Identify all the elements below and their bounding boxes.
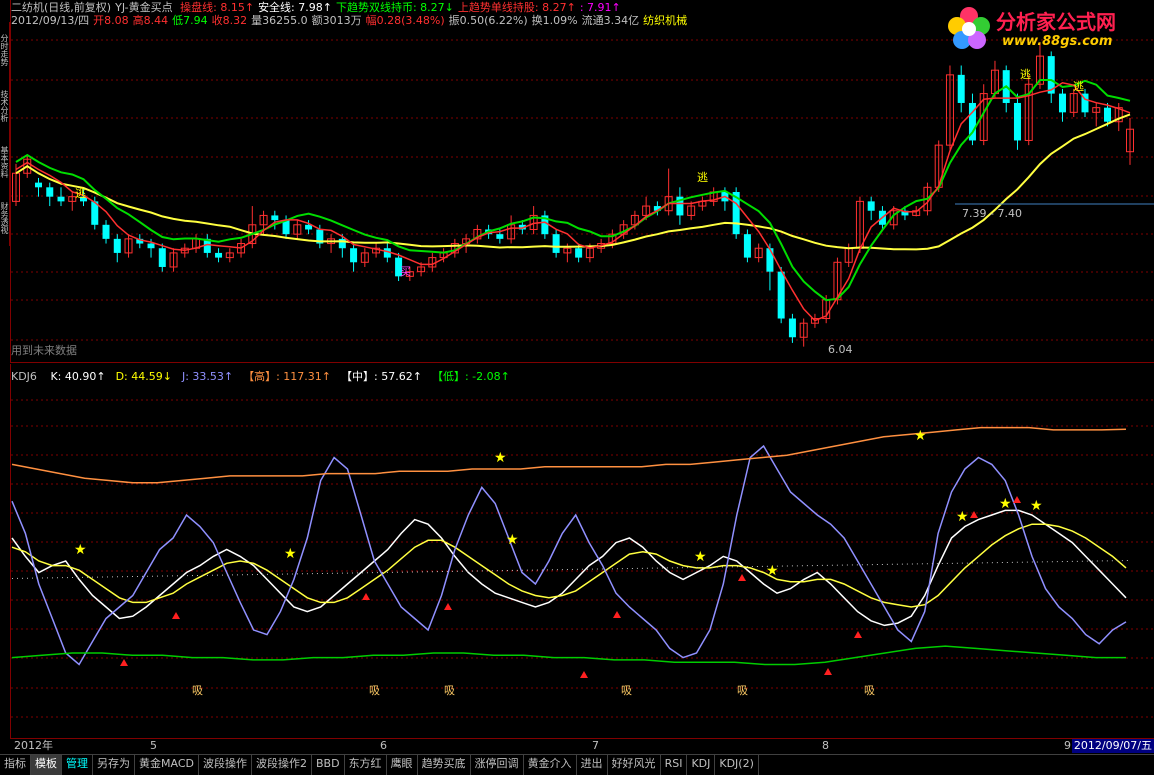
- buy-triangle-icon: [580, 671, 588, 678]
- escape-label: 逃: [697, 171, 708, 184]
- buy-triangle-icon: [970, 511, 978, 518]
- candle-body: [57, 196, 65, 202]
- buy-triangle-icon: [854, 631, 862, 638]
- buy-triangle-icon: [1013, 496, 1021, 503]
- ma-yellow-line: [15, 113, 1131, 251]
- buy-triangle-icon: [172, 612, 180, 619]
- bottom-tab-9[interactable]: 鹰眼: [387, 755, 418, 775]
- bottom-tab-3[interactable]: 另存为: [93, 755, 135, 775]
- candle-body: [1103, 107, 1111, 122]
- kdj-line-高: [11, 426, 1127, 484]
- date-tick: 8: [822, 739, 829, 752]
- signal-star-icon: ★: [956, 509, 969, 525]
- date-tick: 5: [150, 739, 157, 752]
- signal-star-icon: ★: [506, 532, 519, 548]
- signal-star-icon: ★: [694, 549, 707, 565]
- signal-star-icon: ★: [1030, 498, 1043, 514]
- candle-body: [575, 248, 583, 258]
- candle-body: [215, 252, 223, 258]
- escape-label: 逃: [75, 187, 86, 200]
- xi-label: 吸: [369, 684, 380, 697]
- candle-body: [46, 187, 54, 197]
- bottom-tab-11[interactable]: 涨停回调: [471, 755, 524, 775]
- candle-body: [350, 248, 358, 263]
- candle-body: [867, 201, 875, 211]
- flower-logo-icon: [948, 7, 990, 49]
- signal-star-icon: ★: [494, 450, 507, 466]
- candle-body: [147, 243, 155, 249]
- escape-label: 逃: [1073, 80, 1084, 93]
- signal-star-icon: ★: [766, 563, 779, 579]
- bottom-tab-10[interactable]: 趋势买底: [418, 755, 471, 775]
- bottom-tab-14[interactable]: 好好风光: [608, 755, 661, 775]
- bottom-tab-6[interactable]: 波段操作2: [252, 755, 312, 775]
- candle-body: [102, 224, 110, 239]
- kdj-line-J: [11, 444, 1127, 666]
- candle-body: [777, 271, 785, 319]
- bottom-tab-16[interactable]: KDJ: [687, 755, 716, 775]
- date-tick: 2012年: [14, 739, 53, 752]
- date-axis: 2012年 5 6 7 8 9 2012/09/07/五: [10, 738, 1154, 753]
- logo-url: www.88gs.com: [1002, 34, 1113, 49]
- chart-canvas: 逃逃逃逃买6.047.39 - 7.40★ ★★★★★★★★ ★吸吸吸吸吸吸: [11, 39, 1154, 718]
- signal-star-icon: ★: [999, 496, 1012, 512]
- bottom-tab-1[interactable]: 模板: [31, 755, 62, 775]
- date-tick: 9: [1064, 739, 1071, 752]
- candle-body: [1013, 102, 1021, 141]
- candle-body: [35, 182, 43, 188]
- date-tick: 7: [592, 739, 599, 752]
- bottom-tab-0[interactable]: 指标: [0, 755, 31, 775]
- buy-triangle-icon: [362, 593, 370, 600]
- buy-triangle-icon: [120, 659, 128, 666]
- candle-body: [957, 74, 965, 103]
- buy-triangle-icon: [444, 603, 452, 610]
- candle-body: [552, 234, 560, 253]
- buy-triangle-icon: [613, 611, 621, 618]
- bottom-tab-15[interactable]: RSI: [661, 755, 688, 775]
- xi-label: 吸: [737, 684, 748, 697]
- logo-text: 分析家公式网: [996, 10, 1116, 34]
- candle-body: [271, 215, 279, 221]
- bottom-tab-13[interactable]: 进出: [577, 755, 608, 775]
- xi-label: 吸: [621, 684, 632, 697]
- bottom-tab-12[interactable]: 黄金介入: [524, 755, 577, 775]
- buy-triangle-icon: [824, 668, 832, 675]
- bottom-tab-17[interactable]: KDJ(2): [715, 755, 759, 775]
- bottom-tab-2[interactable]: 管理: [62, 755, 93, 775]
- bottom-tab-4[interactable]: 黄金MACD: [135, 755, 199, 775]
- ma-green-line: [15, 79, 1131, 302]
- xi-label: 吸: [864, 684, 875, 697]
- low-price-label: 6.04: [828, 343, 853, 356]
- site-logo: 分析家公式网 www.88gs.com: [944, 4, 1144, 54]
- candle-body: [788, 318, 796, 338]
- candle-body: [743, 234, 751, 258]
- signal-star-icon: ★: [914, 428, 927, 444]
- buy-label: 买: [400, 265, 411, 278]
- signal-star-icon: ★: [74, 542, 87, 558]
- kdj-line-D: [11, 523, 1127, 608]
- range-label: 7.39 - 7.40: [962, 207, 1022, 220]
- bottom-tab-bar: 指标 模板 管理 另存为 黄金MACD 波段操作 波段操作2 BBD 东方红 鹰眼 趋势买底 涨停回调…: [0, 754, 1154, 775]
- candle-body: [766, 248, 774, 272]
- signal-star-icon: ★: [284, 546, 297, 562]
- bottom-tab-8[interactable]: 东方红: [345, 755, 387, 775]
- xi-label: 吸: [192, 684, 203, 697]
- candle-body: [158, 248, 166, 267]
- candle-body: [496, 234, 504, 239]
- kdj-line-低: [11, 645, 1126, 666]
- date-tick: 6: [380, 739, 387, 752]
- candle-body: [113, 238, 121, 253]
- bottom-tab-7[interactable]: BBD: [312, 755, 345, 775]
- buy-triangle-icon: [738, 574, 746, 581]
- current-date-box: 2012/09/07/五: [1071, 739, 1154, 753]
- candle-body: [1058, 93, 1066, 113]
- xi-label: 吸: [444, 684, 455, 697]
- escape-label: 逃: [1020, 68, 1031, 81]
- bottom-tab-5[interactable]: 波段操作: [199, 755, 252, 775]
- kdj-mid-line: [11, 559, 1131, 579]
